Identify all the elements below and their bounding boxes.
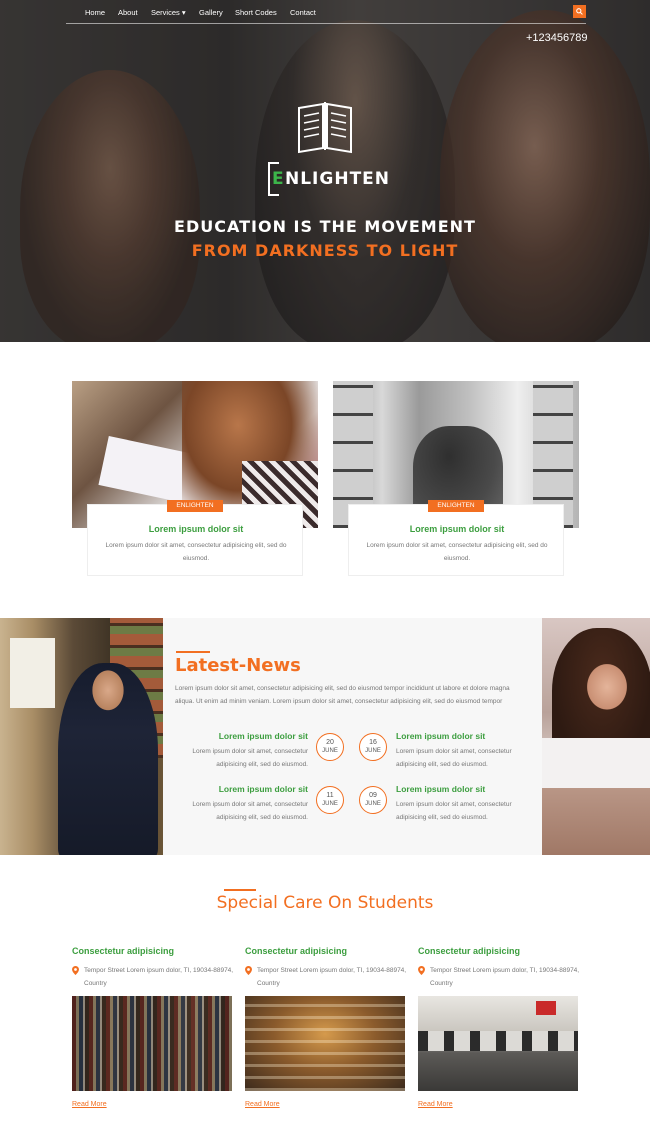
news-date-badge: 20 JUNE [316, 733, 344, 761]
news-date-day: 16 [369, 739, 377, 746]
news-item-title[interactable]: Lorem ipsum dolor sit [172, 784, 308, 794]
nav-services-label: Services [151, 8, 180, 17]
special-image-computer-lab [418, 996, 578, 1091]
special-col-title[interactable]: Consectetur adipisicing [72, 946, 174, 956]
nav-gallery[interactable]: Gallery [199, 8, 223, 17]
news-photo-window [10, 638, 55, 708]
logo-letter[interactable]: E [272, 169, 284, 189]
feature-card-title[interactable]: Lorem ipsum dolor sit [88, 524, 304, 534]
search-icon [576, 8, 583, 15]
news-date-day: 20 [326, 739, 334, 746]
news-intro: Lorem ipsum dolor sit amet, consectetur … [175, 685, 510, 705]
news-photo-girl-writing [542, 618, 650, 855]
news-date-month: JUNE [365, 748, 381, 754]
news-item-title[interactable]: Lorem ipsum dolor sit [396, 731, 485, 741]
feature-tag-badge: ENLIGHTEN [428, 500, 484, 512]
special-image-books [72, 996, 232, 1091]
feature-tag-badge: ENLIGHTEN [167, 500, 223, 512]
special-col-title[interactable]: Consectetur adipisicing [245, 946, 347, 956]
special-col-address: Tempor Street Lorem ipsum dolor, TI, 190… [84, 967, 234, 987]
nav-services[interactable]: Services ▾ [151, 8, 186, 17]
chevron-down-icon: ▾ [181, 8, 186, 17]
news-item-title[interactable]: Lorem ipsum dolor sit [396, 784, 485, 794]
hero-tagline-line2: FROM DARKNESS TO LIGHT [191, 241, 459, 260]
feature-card-2: Lorem ipsum dolor sit Lorem ipsum dolor … [348, 504, 564, 576]
logo-text[interactable]: NLIGHTEN [285, 169, 390, 189]
news-date-badge: 09 JUNE [359, 786, 387, 814]
map-pin-icon [245, 966, 252, 975]
special-image-desk-rows [245, 996, 405, 1091]
news-item-text: Lorem ipsum dolor sit amet, consectetur … [396, 801, 512, 821]
feature-card-title[interactable]: Lorem ipsum dolor sit [349, 524, 565, 534]
feature-card-text: Lorem ipsum dolor sit amet, consectetur … [366, 542, 548, 562]
nav-contact[interactable]: Contact [290, 8, 316, 17]
news-item-text: Lorem ipsum dolor sit amet, consectetur … [192, 748, 308, 768]
hero-banner: Home About Services ▾ Gallery Short Code… [0, 0, 650, 342]
special-col-title[interactable]: Consectetur adipisicing [418, 946, 520, 956]
special-image-monitors [418, 1031, 578, 1051]
news-title: Latest-News [175, 655, 301, 676]
hero-tagline-line1: EDUCATION IS THE MOVEMENT [174, 217, 476, 236]
map-pin-icon [418, 966, 425, 975]
special-image-red-board [536, 1001, 556, 1015]
news-date-day: 09 [369, 792, 377, 799]
news-date-day: 11 [326, 792, 334, 799]
news-photo-man [58, 663, 158, 855]
phone-number[interactable]: +123456789 [526, 32, 587, 44]
special-title-accent-bar [224, 889, 256, 891]
special-col-address: Tempor Street Lorem ipsum dolor, TI, 190… [257, 967, 407, 987]
map-pin-icon [72, 966, 79, 975]
main-nav: Home About Services ▾ Gallery Short Code… [66, 2, 586, 24]
news-photo-desk [542, 788, 650, 855]
feature-card-text: Lorem ipsum dolor sit amet, consectetur … [105, 542, 287, 562]
news-item-text: Lorem ipsum dolor sit amet, consectetur … [396, 748, 512, 768]
news-title-accent-bar [176, 651, 210, 653]
special-image-bookshelf [72, 996, 232, 1091]
special-image-library-hall [245, 996, 405, 1091]
news-date-month: JUNE [322, 801, 338, 807]
news-item-text: Lorem ipsum dolor sit amet, consectetur … [192, 801, 308, 821]
special-col-address: Tempor Street Lorem ipsum dolor, TI, 190… [430, 967, 580, 987]
nav-home[interactable]: Home [85, 8, 105, 17]
news-date-badge: 16 JUNE [359, 733, 387, 761]
news-item-title[interactable]: Lorem ipsum dolor sit [172, 731, 308, 741]
news-date-month: JUNE [322, 748, 338, 754]
nav-about[interactable]: About [118, 8, 138, 17]
news-photo-man-reading [0, 618, 163, 855]
search-button[interactable] [573, 5, 586, 18]
open-book-icon [298, 102, 352, 154]
nav-short-codes[interactable]: Short Codes [235, 8, 277, 17]
read-more-link[interactable]: Read More [72, 1101, 107, 1108]
read-more-link[interactable]: Read More [245, 1101, 280, 1108]
feature-card-1: Lorem ipsum dolor sit Lorem ipsum dolor … [87, 504, 303, 576]
news-date-month: JUNE [365, 801, 381, 807]
read-more-link[interactable]: Read More [418, 1101, 453, 1108]
news-date-badge: 11 JUNE [316, 786, 344, 814]
special-section-title: Special Care On Students [216, 893, 434, 913]
